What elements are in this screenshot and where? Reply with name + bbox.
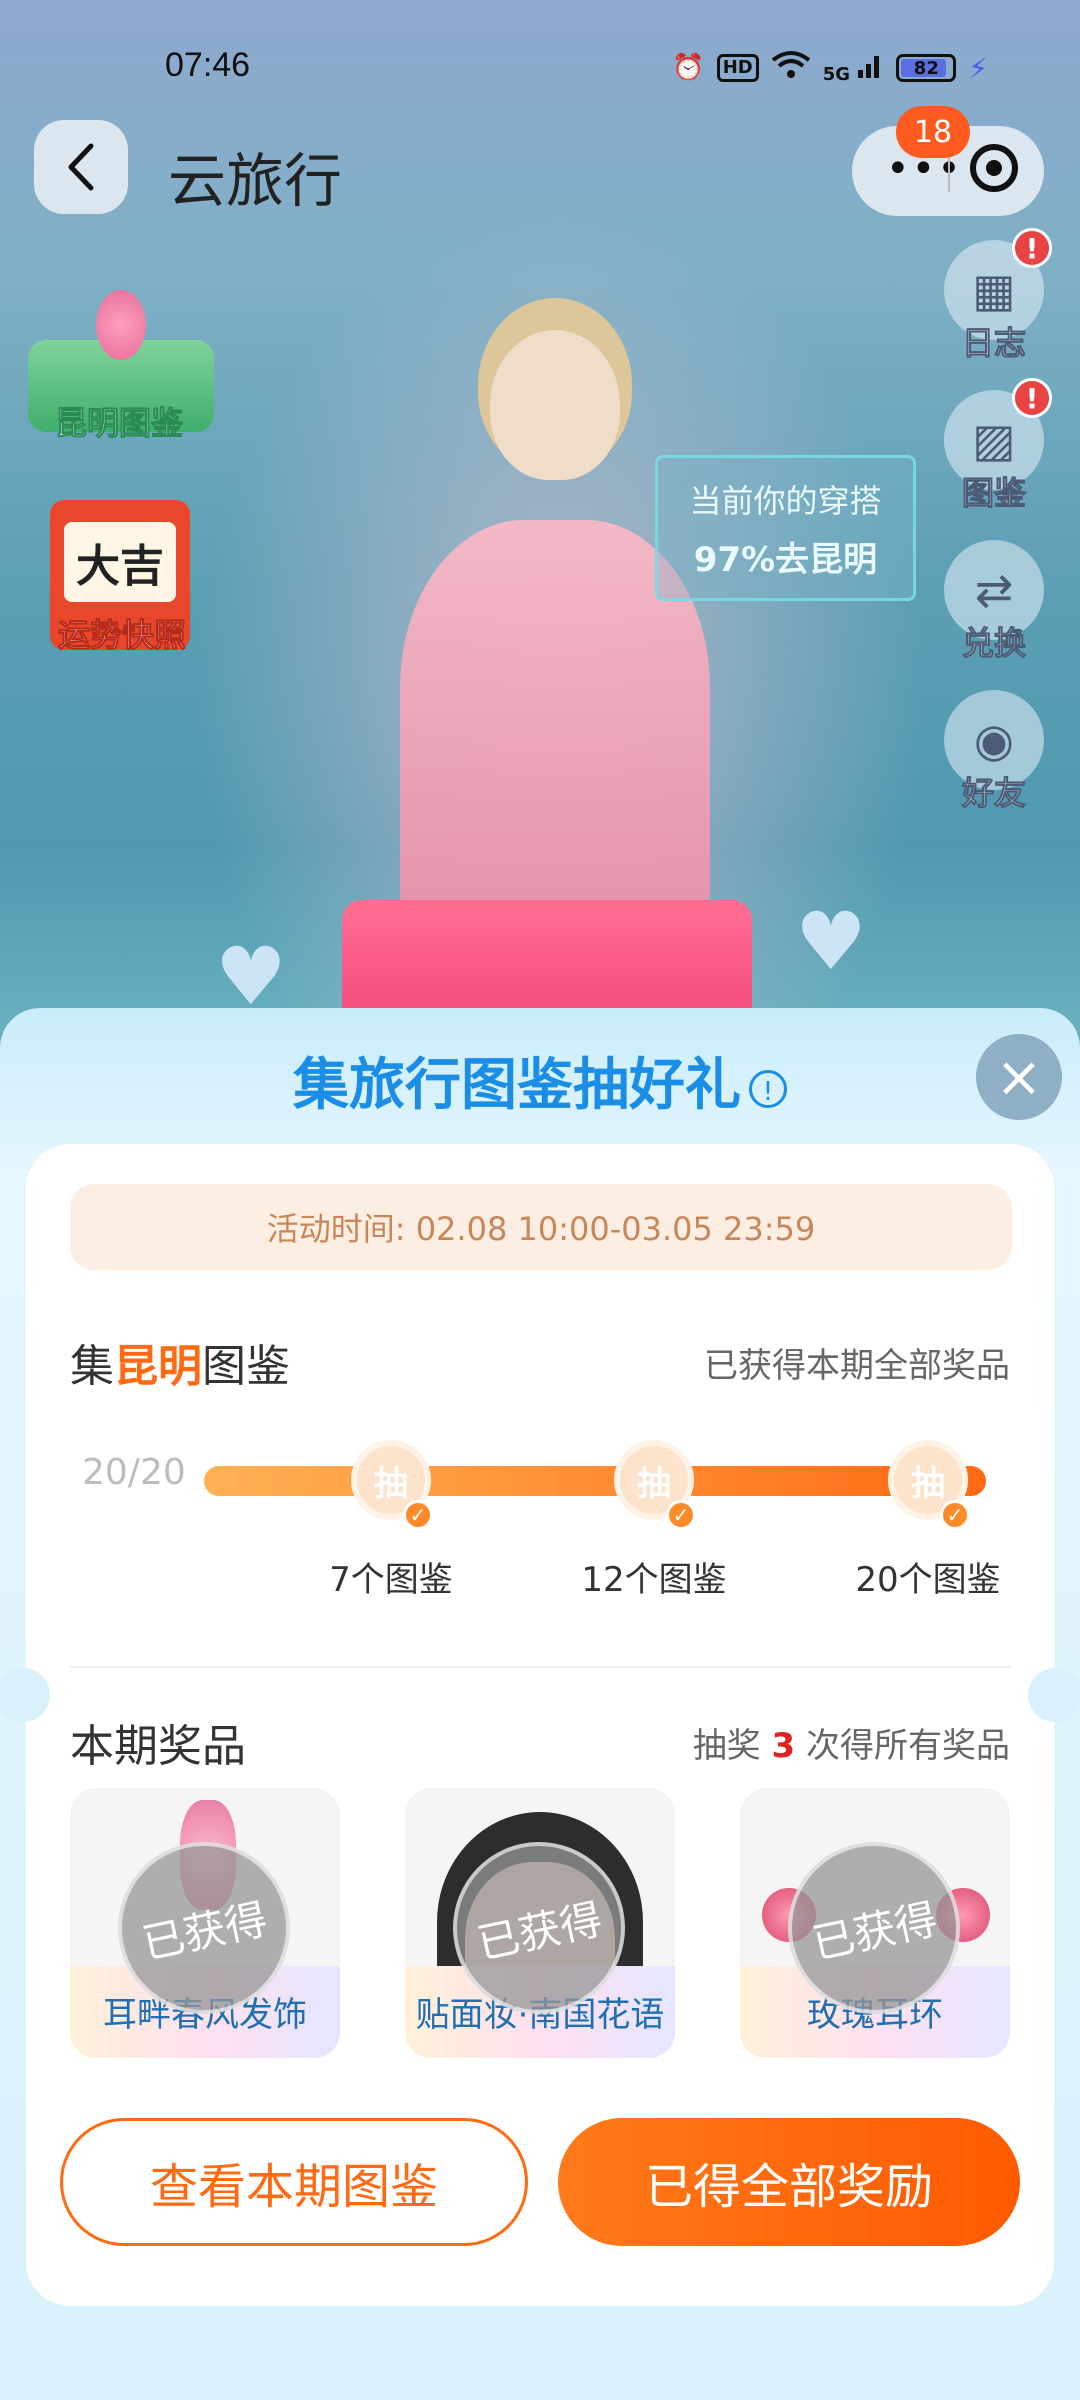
- fortune-label: 运势快照: [57, 616, 186, 655]
- chevron-left-icon: [68, 143, 94, 191]
- prize-card[interactable]: 耳畔春风发饰 已获得: [70, 1788, 340, 2058]
- reward-sheet: 集旅行图鉴抽好礼! × 活动时间: 02.08 10:00-03.05 23:5…: [0, 1008, 1080, 2400]
- heart-icon: ♥: [795, 895, 867, 988]
- card-notch: [1028, 1668, 1080, 1722]
- progress-count: 20/20: [82, 1452, 186, 1493]
- battery-level: 82: [913, 58, 939, 79]
- fortune-char: 大吉: [64, 522, 176, 602]
- side-item-label: 好友: [961, 774, 1026, 813]
- signal-icon: 5G: [823, 52, 885, 85]
- side-item-friends[interactable]: ◉ 好友: [942, 690, 1046, 813]
- collect-status: 已获得本期全部奖品: [704, 1346, 1010, 1386]
- progress-bar: [204, 1466, 986, 1496]
- milestone-label: 7个图鉴: [329, 1560, 453, 1600]
- prize-card[interactable]: 玫瑰耳环 已获得: [740, 1788, 1010, 2058]
- kunming-guide-widget[interactable]: 昆明图鉴: [24, 290, 214, 450]
- prizes-note-prefix: 抽奖: [692, 1726, 772, 1766]
- all-rewards-button[interactable]: 已得全部奖励: [558, 2118, 1020, 2246]
- sheet-title-text: 集旅行图鉴抽好礼: [293, 1053, 741, 1118]
- collect-prefix: 集: [70, 1341, 114, 1392]
- close-button[interactable]: ×: [976, 1034, 1062, 1120]
- activity-time: 活动时间: 02.08 10:00-03.05 23:59: [70, 1184, 1012, 1270]
- charging-icon: ⚡: [968, 51, 988, 85]
- milestone-label: 20个图鉴: [855, 1560, 1001, 1600]
- prizes-note-count: 3: [771, 1726, 796, 1766]
- status-time: 07:46: [165, 46, 251, 84]
- outfit-line2: 97%去昆明: [693, 540, 878, 580]
- prizes-note: 抽奖 3 次得所有奖品: [693, 1718, 1010, 1767]
- collect-city: 昆明: [114, 1341, 202, 1392]
- side-item-label: 日志: [961, 324, 1026, 363]
- milestone-label: 12个图鉴: [581, 1560, 727, 1600]
- alert-badge: !: [1012, 228, 1052, 268]
- side-item-journal[interactable]: ▦ 日志 !: [942, 228, 1052, 363]
- check-icon: ✓: [940, 1500, 970, 1530]
- side-item-label: 图鉴: [961, 474, 1026, 513]
- alert-badge: !: [1012, 378, 1052, 418]
- check-icon: ✓: [403, 1500, 433, 1530]
- status-icons: ⏰ HD 5G 82 ⚡: [672, 48, 988, 88]
- info-icon[interactable]: !: [749, 1069, 787, 1108]
- back-button[interactable]: [34, 120, 128, 214]
- card-notch: [0, 1668, 50, 1722]
- prize-card[interactable]: 贴面妆·南国花语 已获得: [405, 1788, 675, 2058]
- avatar-character[interactable]: [390, 320, 720, 940]
- notification-badge: 18: [896, 106, 970, 158]
- sheet-title: 集旅行图鉴抽好礼!: [0, 1040, 1080, 1121]
- side-item-exchange[interactable]: ⇄ 兑换: [942, 540, 1046, 663]
- view-collection-button[interactable]: 查看本期图鉴: [60, 2118, 528, 2246]
- collect-suffix: 图鉴: [202, 1341, 290, 1392]
- alarm-icon: ⏰: [672, 53, 705, 83]
- wifi-icon: [771, 50, 811, 87]
- character-head: [490, 330, 620, 480]
- fortune-widget[interactable]: 大吉 运势快照: [24, 500, 214, 660]
- outfit-match-bubble: 当前你的穿搭 97%去昆明: [655, 455, 916, 601]
- flower-icon: [96, 290, 146, 360]
- close-program-icon[interactable]: [970, 144, 1018, 192]
- collect-title: 集昆明图鉴: [70, 1330, 290, 1394]
- side-item-album[interactable]: ▨ 图鉴 !: [942, 378, 1052, 513]
- divider: [70, 1666, 1012, 1668]
- battery-icon: 82: [896, 54, 957, 82]
- prizes-note-suffix: 次得所有奖品: [795, 1726, 1010, 1766]
- side-item-label: 兑换: [961, 624, 1026, 663]
- page-title: 云旅行: [168, 147, 343, 215]
- reward-card: 活动时间: 02.08 10:00-03.05 23:59 集昆明图鉴 已获得本…: [0, 1144, 1080, 2306]
- outfit-line1: 当前你的穿搭: [689, 482, 882, 520]
- check-icon: ✓: [666, 1500, 696, 1530]
- prizes-title: 本期奖品: [70, 1721, 246, 1772]
- kunming-guide-label: 昆明图鉴: [54, 404, 183, 443]
- hd-icon: HD: [716, 54, 759, 82]
